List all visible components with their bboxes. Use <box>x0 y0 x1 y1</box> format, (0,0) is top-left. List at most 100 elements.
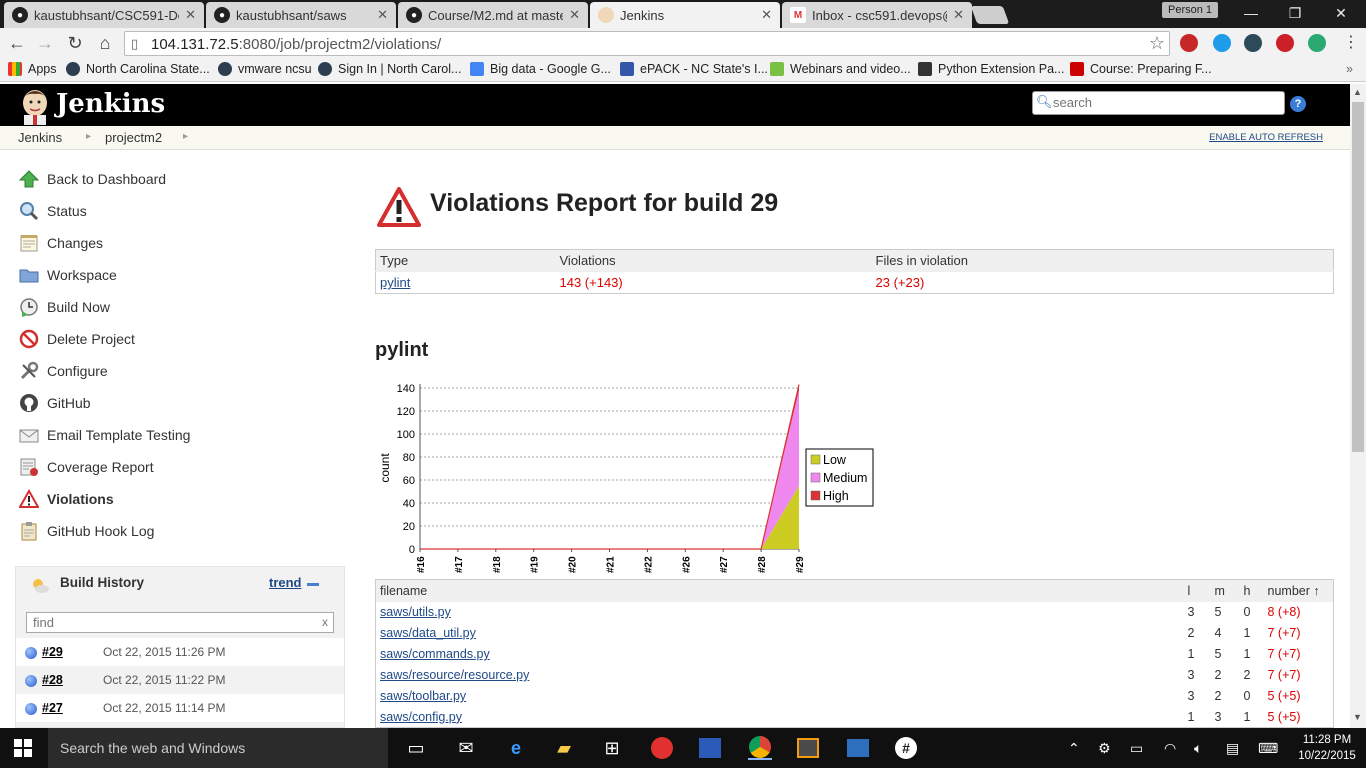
chrome-icon[interactable] <box>748 736 772 760</box>
enable-auto-refresh-link[interactable]: ENABLE AUTO REFRESH <box>1209 132 1323 143</box>
bookmark-item[interactable]: Webinars and video... <box>770 62 911 76</box>
bookmark-item[interactable]: Sign In | North Carol... <box>318 62 461 76</box>
scroll-down-icon[interactable]: ▼ <box>1353 712 1362 722</box>
close-icon[interactable]: ✕ <box>953 7 964 23</box>
build-date[interactable]: Oct 22, 2015 11:14 PM <box>103 701 226 715</box>
build-row[interactable]: #27 Oct 22, 2015 11:14 PM <box>16 694 344 722</box>
sidebar-item-delete-project[interactable]: Delete Project <box>18 328 135 350</box>
filename-link[interactable]: saws/data_util.py <box>380 626 476 640</box>
edge-browser-icon[interactable]: e <box>504 736 528 760</box>
file-explorer-icon[interactable]: ▰ <box>552 736 576 760</box>
taskbar-clock[interactable]: 11:28 PM 10/22/2015 <box>1296 732 1358 764</box>
sidebar-item-status[interactable]: Status <box>18 200 87 222</box>
profile-button[interactable]: Person 1 <box>1162 2 1218 18</box>
windows-start-icon[interactable] <box>14 739 32 757</box>
jenkins-search-box[interactable]: 🔍︎ <box>1032 91 1285 115</box>
trend-link[interactable]: trend <box>269 575 302 590</box>
home-icon[interactable]: ⌂ <box>94 32 116 54</box>
bookmarks-overflow-icon[interactable]: » <box>1346 62 1353 76</box>
sidebar-item-changes[interactable]: Changes <box>18 232 103 254</box>
sidebar-item-configure[interactable]: Configure <box>18 360 108 382</box>
column-header-filename[interactable]: filename <box>375 579 1184 602</box>
reload-icon[interactable]: ↻ <box>64 32 86 54</box>
column-header-number[interactable]: number ↑ <box>1263 579 1334 602</box>
build-date[interactable]: Oct 22, 2015 11:22 PM <box>103 673 226 687</box>
chevron-right-icon[interactable]: ▸ <box>183 131 188 142</box>
bookmark-item[interactable]: North Carolina State... <box>66 62 210 76</box>
sidebar-item-workspace[interactable]: Workspace <box>18 264 117 286</box>
build-find-input[interactable] <box>33 615 303 630</box>
column-header-l[interactable]: l <box>1183 579 1211 602</box>
sidebar-item-github-hook-log[interactable]: GitHub Hook Log <box>18 520 154 542</box>
browser-tab-3[interactable]: ● Course/M2.md at master ✕ <box>398 2 588 28</box>
filename-link[interactable]: saws/resource/resource.py <box>380 668 529 682</box>
sidebar-item-coverage-report[interactable]: Coverage Report <box>18 456 154 478</box>
build-row[interactable]: #29 Oct 22, 2015 11:26 PM <box>16 638 344 666</box>
filename-link[interactable]: saws/toolbar.py <box>380 689 466 703</box>
clear-find-icon[interactable]: x <box>322 615 328 629</box>
browser-tab-2[interactable]: ● kaustubhsant/saws ✕ <box>206 2 396 28</box>
jenkins-butler-icon[interactable] <box>18 87 52 125</box>
sidebar-item-build-now[interactable]: Build Now <box>18 296 110 318</box>
bookmark-item[interactable]: vmware ncsu <box>218 62 312 76</box>
menu-icon[interactable]: ⋮ <box>1340 32 1362 54</box>
extension-icon[interactable] <box>1244 34 1262 52</box>
task-view-icon[interactable]: ▭ <box>404 736 428 760</box>
build-number-link[interactable]: #29 <box>42 645 63 659</box>
browser-tab-1[interactable]: ● kaustubhsant/CSC591-De ✕ <box>4 2 204 28</box>
volume-icon[interactable]: 🔈︎ <box>1194 740 1202 757</box>
search-input[interactable] <box>1053 95 1278 110</box>
sidebar-item-github[interactable]: GitHub <box>18 392 91 414</box>
build-row[interactable]: #28 Oct 22, 2015 11:22 PM <box>16 666 344 694</box>
sidebar-item-violations[interactable]: Violations <box>18 488 114 510</box>
build-number-link[interactable]: #27 <box>42 701 63 715</box>
battery-icon[interactable]: ▭ <box>1130 740 1143 757</box>
column-header-m[interactable]: m <box>1210 579 1240 602</box>
browser-tab-jenkins[interactable]: Jenkins ✕ <box>590 2 780 28</box>
notification-icon[interactable]: ▤ <box>1226 740 1239 757</box>
scroll-up-icon[interactable]: ▲ <box>1353 87 1362 97</box>
bookmark-item[interactable]: Course: Preparing F... <box>1070 62 1212 76</box>
settings-gear-icon[interactable]: ⚙ <box>1098 740 1111 757</box>
extension-eye-icon[interactable] <box>1308 34 1326 52</box>
sublime-icon[interactable] <box>796 736 820 760</box>
collapse-minus-icon[interactable] <box>307 583 319 586</box>
forward-arrow-icon[interactable]: → <box>34 32 56 54</box>
bookmark-item[interactable]: Python Extension Pa... <box>918 62 1064 76</box>
bookmark-item[interactable]: Big data - Google G... <box>470 62 611 76</box>
vertical-scrollbar[interactable]: ▲ ▼ <box>1350 84 1366 728</box>
breadcrumb-jenkins[interactable]: Jenkins <box>18 130 62 145</box>
skype-icon[interactable] <box>1213 34 1231 52</box>
chevron-up-icon[interactable]: ⌃ <box>1068 740 1080 757</box>
new-tab-button[interactable] <box>970 6 1010 24</box>
slack-icon[interactable]: # <box>894 736 918 760</box>
sidebar-item-email-template-testing[interactable]: Email Template Testing <box>18 424 190 446</box>
violation-type-link[interactable]: pylint <box>380 275 410 290</box>
cloud-app-icon[interactable] <box>650 736 674 760</box>
back-arrow-icon[interactable]: ← <box>6 32 28 54</box>
bookmark-item[interactable]: ePACK - NC State's I... <box>620 62 768 76</box>
maximize-icon[interactable]: ❐ <box>1280 4 1310 22</box>
help-icon[interactable]: ? <box>1290 96 1306 112</box>
bookmark-star-icon[interactable]: ☆ <box>1149 33 1165 54</box>
close-icon[interactable]: ✕ <box>569 7 580 23</box>
wifi-icon[interactable]: ◠ <box>1164 740 1176 757</box>
pinterest-icon[interactable] <box>1276 34 1294 52</box>
build-number-link[interactable]: #28 <box>42 673 63 687</box>
address-bar[interactable]: ▯ 104.131.72.5:8080/job/projectm2/violat… <box>124 31 1170 56</box>
close-icon[interactable]: ✕ <box>761 7 772 23</box>
mail-icon[interactable]: ✉ <box>454 736 478 760</box>
close-window-icon[interactable]: ✕ <box>1326 4 1356 22</box>
filename-link[interactable]: saws/utils.py <box>380 605 451 619</box>
filename-link[interactable]: saws/config.py <box>380 710 462 724</box>
browser-tab-5[interactable]: M Inbox - csc591.devops@g ✕ <box>782 2 972 28</box>
column-header-h[interactable]: h <box>1239 579 1264 602</box>
jenkins-logo-text[interactable]: Jenkins <box>56 89 165 119</box>
keyboard-icon[interactable]: ⌨ <box>1258 740 1278 757</box>
store-icon[interactable]: ⊞ <box>600 736 624 760</box>
minimize-icon[interactable]: — <box>1236 4 1266 22</box>
close-icon[interactable]: ✕ <box>377 7 388 23</box>
violations-trend-chart[interactable]: 0 20 40 60 80 100 120 140 #16 #17 #18 #19 #20 #21 #22… <box>375 378 875 578</box>
chevron-right-icon[interactable]: ▸ <box>86 131 91 142</box>
build-date[interactable]: Oct 22, 2015 11:26 PM <box>103 645 226 659</box>
